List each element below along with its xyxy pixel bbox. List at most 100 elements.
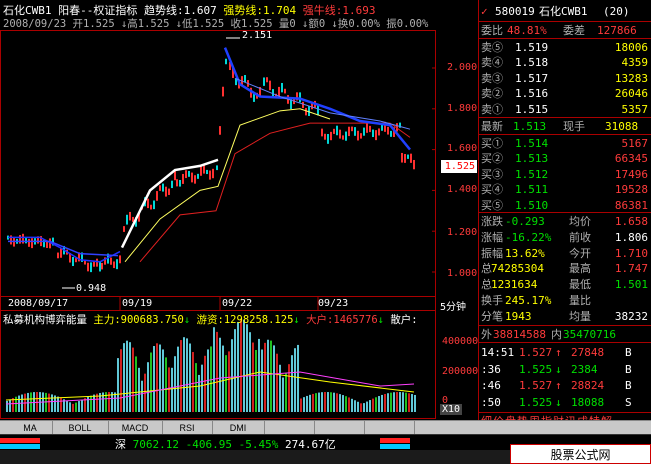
tick-time: 14:51 [481, 346, 515, 359]
sell-volume: 5357 [621, 102, 649, 116]
energy-bar [246, 324, 248, 412]
sell-row[interactable]: 卖③ 1.517 13283 [479, 71, 651, 86]
tick-row[interactable]: :50 1.525 ↓ 18088 S [479, 395, 651, 410]
kline-chart[interactable] [0, 0, 436, 420]
outer-inner-row: 外 38814588 内 35470716 [479, 327, 651, 342]
energy-bar [294, 348, 296, 412]
buy-price: 1.510 [515, 198, 549, 212]
tab-dmi[interactable]: DMI [212, 421, 265, 435]
candle [357, 130, 359, 141]
big-holder-label: 大户: [306, 314, 334, 326]
buy-row[interactable]: 买① 1.514 5167 [479, 136, 651, 151]
tab-rsi[interactable]: RSI [162, 421, 213, 435]
date-label-0919: 09/19 [122, 298, 153, 309]
tab-macd[interactable]: MACD [108, 421, 163, 435]
energy-bar [162, 349, 164, 412]
stat-row[interactable]: 总 1231634 最低 1.501 [479, 277, 651, 292]
stat-value-1: 74285304 [491, 262, 544, 276]
date-label-0923: 09/23 [318, 298, 349, 309]
buy-label: 买④ [481, 183, 503, 197]
energy-bar [372, 398, 374, 412]
stat-row[interactable]: 换手 245.17% 量比 [479, 293, 651, 308]
candle [348, 126, 350, 137]
brand-watermark: 股票公式网www.88gs.com [510, 444, 651, 464]
buy-row[interactable]: 买③ 1.512 17496 [479, 167, 651, 182]
tick-row[interactable]: :36 1.525 ↓ 2384 B [479, 362, 651, 377]
stat-value-1: -16.22% [505, 230, 552, 244]
weibi-label: 委比 [481, 24, 503, 37]
energy-bar [297, 344, 299, 412]
tab-ma[interactable]: MA [8, 421, 53, 435]
energy-bar [117, 358, 119, 412]
buy-volume: 66345 [614, 152, 648, 166]
candle [225, 58, 227, 65]
energy-bar [366, 401, 368, 412]
sell-row[interactable]: 卖⑤ 1.519 18006 [479, 40, 651, 55]
stat-row[interactable]: 总 74285304 最高 1.747 [479, 261, 651, 276]
candle [168, 188, 170, 195]
tick-row[interactable]: :46 1.527 ↑ 28824 B [479, 378, 651, 393]
energy-bar [156, 343, 158, 412]
energy-bar [159, 344, 161, 412]
tab-empty-7[interactable] [364, 421, 415, 435]
tick-price: 1.527 [519, 346, 553, 359]
candle [327, 134, 329, 144]
indicator-tabs: MA BOLL MACD RSI DMI [0, 420, 651, 435]
sell-row[interactable]: 卖④ 1.518 4359 [479, 55, 651, 70]
sell-row[interactable]: 卖① 1.515 5357 [479, 102, 651, 117]
energy-bar [300, 398, 302, 412]
tick-time: :36 [481, 362, 501, 376]
buy-price: 1.514 [515, 137, 549, 150]
energy-bar [225, 355, 227, 412]
weicha-value: 127866 [597, 24, 637, 37]
stat-row[interactable]: 涨跌 -0.293 均价 1.658 [479, 214, 651, 229]
energy-bar [351, 398, 353, 412]
candle [191, 172, 193, 183]
energy-bar [336, 393, 338, 412]
buy-row[interactable]: 买⑤ 1.510 86381 [479, 198, 651, 213]
stat-value-1: 245.17% [505, 294, 552, 307]
current-price-tag: 1.525 [441, 160, 477, 173]
app-window: { "header": { "code_name": "石化CWB1", "in… [0, 0, 651, 464]
candle [404, 153, 406, 163]
sub-axis-200000: 200000 [442, 366, 479, 377]
period-label[interactable]: 5分钟 [440, 298, 466, 313]
buy-price: 1.511 [515, 183, 549, 197]
energy-bar [141, 380, 143, 412]
energy-bar [279, 364, 281, 412]
energy-bar [204, 355, 206, 412]
energy-bar [309, 394, 311, 412]
sell-row[interactable]: 卖② 1.516 26046 [479, 86, 651, 101]
check-icon: ✓ [481, 5, 488, 18]
energy-bar [402, 392, 404, 412]
buy-row[interactable]: 买④ 1.511 19528 [479, 182, 651, 197]
stat-row[interactable]: 分笔 1943 均量 38232 [479, 309, 651, 324]
sub-indicator-header: 私募机构博弈能量 主力:900683.750↓ 游资:1298258.125↓ … [3, 312, 418, 327]
energy-bar [333, 392, 335, 412]
tick-row[interactable]: 14:51 1.527 ↑ 27848 B [479, 345, 651, 360]
sell-volume: 13283 [614, 71, 648, 85]
chart-panel[interactable]: 石化CWB1 阳春--权证指标 趋势线:1.607 强势线:1.704 强牛线:… [0, 0, 477, 420]
tab-empty-6[interactable] [314, 421, 365, 435]
candle [113, 261, 115, 269]
energy-bar [213, 327, 215, 412]
tab-boll[interactable]: BOLL [52, 421, 109, 435]
stat-row[interactable]: 振幅 13.62% 今开 1.710 [479, 246, 651, 261]
sell-price: 1.515 [515, 102, 549, 116]
energy-bar [288, 364, 290, 412]
energy-bar [348, 397, 350, 412]
tick-arrow: ↓ [555, 395, 562, 409]
energy-bar [261, 349, 263, 412]
energy-bar [66, 400, 68, 412]
energy-bar [195, 363, 197, 412]
tick-price: 1.527 [519, 379, 553, 392]
buy-row[interactable]: 买② 1.513 66345 [479, 151, 651, 166]
tab-empty-5[interactable] [264, 421, 315, 435]
candle [253, 94, 255, 102]
candle [278, 86, 280, 97]
stat-row[interactable]: 涨幅 -16.22% 前收 1.806 [479, 230, 651, 245]
energy-bar [399, 392, 401, 412]
candle [244, 75, 246, 83]
stat-label-1: 涨幅 [481, 230, 503, 244]
candle [372, 129, 374, 138]
